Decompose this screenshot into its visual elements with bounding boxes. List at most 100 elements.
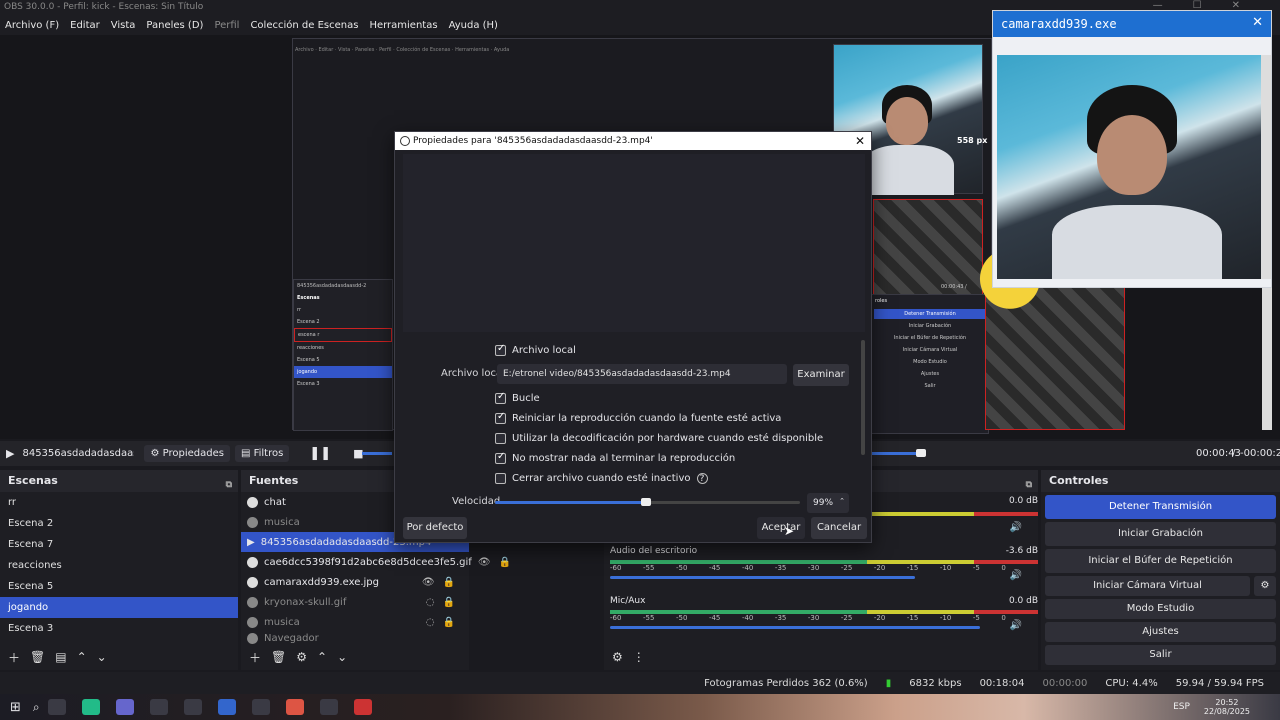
properties-button[interactable]: ⚙ Propiedades	[144, 445, 230, 462]
eye-hidden-icon[interactable]: ◌	[426, 597, 435, 608]
help-icon[interactable]: ?	[696, 473, 708, 484]
lock-icon[interactable]: 🔒	[443, 617, 455, 628]
mini-scene: rr	[297, 307, 302, 313]
media-seek-bar[interactable]	[872, 452, 920, 455]
menu-paneles[interactable]: Paneles (D)	[146, 20, 203, 31]
lock-icon[interactable]: 🔒	[499, 557, 511, 568]
menu-herramientas[interactable]: Herramientas	[369, 20, 437, 31]
dialog-scrollbar[interactable]	[861, 340, 865, 455]
show-nothing-checkbox[interactable]: No mostrar nada al terminar la reproducc…	[495, 451, 735, 464]
scene-item[interactable]: Escena 2	[0, 513, 238, 534]
down-icon[interactable]: ⌄	[97, 650, 107, 664]
exit-button[interactable]: Salir	[1045, 645, 1276, 665]
source-item[interactable]: kryonax-skull.gif ◌ 🔒	[241, 592, 469, 612]
fps: 59.94 / 59.94 FPS	[1175, 677, 1264, 689]
hw-decode-checkbox[interactable]: Utilizar la decodificación por hardware …	[495, 433, 823, 444]
cancel-button[interactable]: Cancelar	[811, 517, 867, 539]
lock-icon[interactable]: 🔒	[443, 577, 455, 588]
windows-start-icon[interactable]: ⊞	[10, 700, 21, 715]
source-item[interactable]: cae6dcc5398f91d2abc6e8d5dcee3fe5.gif 👁 🔒	[241, 552, 511, 572]
mini-ctrl: Iniciar Grabación	[908, 323, 952, 329]
lock-icon[interactable]: 🔒	[443, 597, 455, 608]
gear-icon[interactable]: ⚙	[1254, 576, 1276, 596]
undock-icon[interactable]: ⧉	[1026, 474, 1032, 496]
down-icon[interactable]: ⌄	[337, 650, 347, 664]
eye-icon[interactable]: 👁	[422, 577, 435, 588]
filter-icon[interactable]: ▤	[55, 650, 66, 664]
source-item[interactable]: camaraxdd939.exe.jpg 👁 🔒	[241, 572, 469, 592]
menu-editar[interactable]: Editar	[70, 20, 100, 31]
browse-button[interactable]: Examinar	[793, 364, 849, 386]
play-icon[interactable]: ▶	[6, 447, 14, 460]
speed-spinbox[interactable]: 99%⌃⌄	[807, 493, 849, 525]
pause-icon[interactable]: ❚❚	[309, 446, 331, 461]
trash-icon[interactable]: 🗑	[271, 650, 286, 664]
eye-icon[interactable]: 👁	[478, 557, 491, 568]
add-icon[interactable]: ＋	[8, 649, 20, 666]
menu-coleccion[interactable]: Colección de Escenas	[250, 20, 358, 31]
gear-icon[interactable]: ⚙	[612, 650, 623, 664]
menu-archivo[interactable]: Archivo (F)	[5, 20, 59, 31]
replay-buffer-button[interactable]: Iniciar el Búfer de Repetición	[1045, 549, 1276, 573]
speed-slider-handle[interactable]	[641, 498, 651, 506]
more-icon[interactable]: ⋮	[633, 650, 645, 664]
trash-icon[interactable]: 🗑	[30, 650, 45, 664]
speaker-icon[interactable]: 🔊	[1010, 570, 1022, 581]
volume-slider[interactable]	[610, 576, 915, 579]
scene-item-selected[interactable]: jogando	[0, 597, 238, 618]
local-file-checkbox[interactable]: Archivo local	[495, 343, 576, 356]
studio-mode-button[interactable]: Modo Estudio	[1045, 599, 1276, 619]
clock[interactable]: 20:52 22/08/2025	[1204, 698, 1250, 716]
app-icon[interactable]	[353, 699, 372, 715]
close-icon[interactable]: ✕	[855, 132, 865, 150]
scene-item[interactable]: Escena 5	[0, 576, 238, 597]
menu-ayuda[interactable]: Ayuda (H)	[449, 20, 498, 31]
brave-icon[interactable]	[285, 699, 304, 715]
close-inactive-checkbox[interactable]: Cerrar archivo cuando esté inactivo?	[495, 473, 708, 484]
speaker-icon[interactable]: 🔊	[1010, 522, 1022, 533]
scene-item[interactable]: Escena 3	[0, 618, 238, 639]
scene-item[interactable]: Escena 7	[0, 534, 238, 555]
mini-media: 845356asdadadasdaasdd-2	[297, 283, 367, 289]
whatsapp-icon[interactable]	[81, 699, 100, 715]
close-icon[interactable]: ✕	[1252, 15, 1263, 30]
up-icon[interactable]: ⌃	[317, 650, 327, 664]
menu-perfil[interactable]: Perfil	[214, 20, 239, 31]
steam-icon[interactable]	[183, 699, 202, 715]
discord-icon[interactable]	[115, 699, 134, 715]
app-icon[interactable]	[149, 699, 168, 715]
undock-icon[interactable]: ⧉	[226, 474, 232, 496]
stop-stream-button[interactable]: Detener Transmisión	[1045, 495, 1276, 519]
add-icon[interactable]: ＋	[249, 649, 261, 666]
up-icon[interactable]: ⌃	[77, 650, 87, 664]
loop-checkbox[interactable]: Bucle	[495, 391, 540, 404]
ok-button[interactable]: Aceptar	[757, 517, 805, 539]
app-icon[interactable]	[47, 699, 66, 715]
gear-icon[interactable]: ⚙	[296, 650, 307, 664]
start-recording-button[interactable]: Iniciar Grabación	[1045, 522, 1276, 546]
obs-icon[interactable]	[319, 699, 338, 715]
speaker-icon[interactable]: 🔊	[1010, 620, 1022, 631]
restart-checkbox[interactable]: Reiniciar la reproducción cuando la fuen…	[495, 411, 781, 424]
camera-scrollbar[interactable]	[1261, 55, 1271, 279]
search-icon[interactable]: ⌕	[33, 700, 40, 715]
eye-hidden-icon[interactable]: ◌	[426, 617, 435, 628]
virtual-camera-button[interactable]: Iniciar Cámara Virtual	[1045, 576, 1250, 596]
seek-handle[interactable]	[916, 449, 926, 457]
file-path-input[interactable]: E:/etronel video/845356asdadadasdaasdd-2…	[497, 364, 787, 384]
settings-button[interactable]: Ajustes	[1045, 622, 1276, 642]
camera-capture-window[interactable]: camaraxdd939.exe ✕	[992, 10, 1272, 288]
source-item[interactable]: Navegador	[241, 632, 469, 644]
menu-vista[interactable]: Vista	[111, 20, 136, 31]
app-icon[interactable]	[217, 699, 236, 715]
scene-item[interactable]: rr	[0, 492, 238, 513]
sources-toolbar: ＋ 🗑 ⚙ ⌃ ⌄	[241, 644, 469, 670]
language-indicator[interactable]: ESP	[1173, 702, 1190, 712]
filters-button[interactable]: ▤ Filtros	[234, 445, 290, 462]
terminal-icon[interactable]	[251, 699, 270, 715]
scene-item[interactable]: reacciones	[0, 555, 238, 576]
speed-slider[interactable]	[495, 498, 800, 506]
source-item[interactable]: musica ◌ 🔒	[241, 612, 469, 632]
volume-slider[interactable]	[610, 626, 980, 629]
defaults-button[interactable]: Por defecto	[403, 517, 467, 539]
